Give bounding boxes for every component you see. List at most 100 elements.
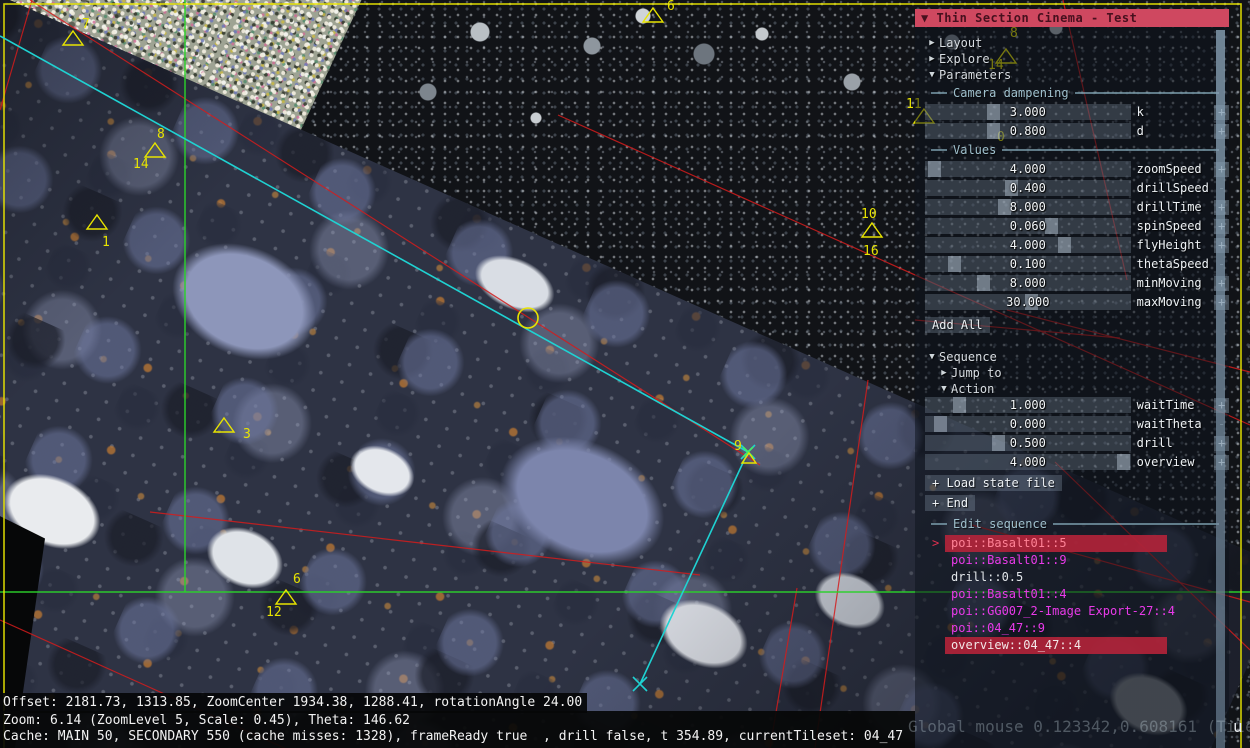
poi-triangle-icon <box>63 31 83 45</box>
poi-number-label: 8 <box>157 127 165 142</box>
separator-values: Values <box>931 142 1229 158</box>
chevron-down-icon: ▼ <box>925 70 939 80</box>
chevron-down-icon: ▼ <box>937 384 951 394</box>
load-state-file-button[interactable]: + Load state file <box>925 475 1062 491</box>
tree-item-label: Sequence <box>939 350 997 364</box>
slider-label: waitTheta <box>1137 417 1214 431</box>
slider-row-thetaSpeed: 0.100thetaSpeed- <box>925 256 1229 272</box>
panel-title-bar[interactable]: ▼ Thin Section Cinema - Test <box>915 9 1229 27</box>
sequence-item[interactable]: poi::Basalt01::4 <box>945 586 1167 603</box>
add-all-button[interactable]: Add All <box>925 317 990 333</box>
slider-value: 30.000 <box>925 295 1131 309</box>
poi-number-label: 10 <box>861 207 877 222</box>
slider-value: 0.400 <box>925 181 1131 195</box>
sequence-item-label: poi::Basalt01::4 <box>951 587 1067 601</box>
end-button[interactable]: + End <box>925 495 975 511</box>
slider-row-drillSpeed: 0.400drillSpeed- <box>925 180 1229 196</box>
sequence-item[interactable]: poi::Basalt01::9 <box>945 552 1167 569</box>
tree-item-jump-to[interactable]: ▶Jump to <box>915 365 1229 380</box>
sequence-item[interactable]: poi::04_47::9 <box>945 620 1167 637</box>
slider-value: 4.000 <box>925 455 1131 469</box>
sequence-item[interactable]: poi::GG007_2-Image Export-27::4 <box>945 603 1167 620</box>
slider-waitTime[interactable]: 1.000 <box>925 397 1131 413</box>
slider-row-zoomSpeed: 4.000zoomSpeed+ <box>925 161 1229 177</box>
slider-flyHeight[interactable]: 4.000 <box>925 237 1131 253</box>
slider-value: 4.000 <box>925 162 1131 176</box>
tree-item-layout[interactable]: ▶Layout <box>915 35 1229 50</box>
slider-row-d: 0.800d+ <box>925 123 1229 139</box>
tree-item-explore[interactable]: ▶Explore <box>915 51 1229 66</box>
panel-title: Thin Section Cinema - Test <box>936 11 1137 25</box>
slider-drillSpeed[interactable]: 0.400 <box>925 180 1131 196</box>
tileset-grid-line <box>815 380 868 748</box>
slider-label: k <box>1137 105 1214 119</box>
slider-row-drill: 0.500drill+ <box>925 435 1229 451</box>
slider-value: 8.000 <box>925 276 1131 290</box>
poi-number-label: 12 <box>266 605 282 620</box>
slider-drill[interactable]: 0.500 <box>925 435 1131 451</box>
separator-edit-sequence: Edit sequence <box>931 516 1229 532</box>
slider-value: 0.000 <box>925 417 1131 431</box>
tree-item-parameters[interactable]: ▼Parameters <box>915 67 1229 82</box>
slider-d[interactable]: 0.800 <box>925 123 1131 139</box>
slider-row-minMoving: 8.000minMoving+ <box>925 275 1229 291</box>
slider-row-drillTime: 8.000drillTime+ <box>925 199 1229 215</box>
slider-waitTheta[interactable]: 0.000 <box>925 416 1131 432</box>
status-zoom-line: Zoom: 6.14 (ZoomLevel 5, Scale: 0.45), T… <box>3 713 410 728</box>
slider-value: 0.100 <box>925 257 1131 271</box>
poi-number-label: 3 <box>243 427 251 442</box>
separator-camera-dampening: Camera dampening <box>931 85 1229 101</box>
slider-row-maxMoving: 30.000maxMoving+ <box>925 294 1229 310</box>
slider-label: drillSpeed <box>1137 181 1214 195</box>
global-mouse-readout: Global mouse 0.123342,0.608161 (Tileset:… <box>908 717 1250 736</box>
slider-row-spinSpeed: 0.060spinSpeed+ <box>925 218 1229 234</box>
poi-number-label: 6 <box>667 0 675 14</box>
slider-value: 1.000 <box>925 398 1131 412</box>
tree-item-label: Action <box>951 382 994 396</box>
path-x-marker <box>633 677 647 691</box>
app-window: 781413612910166118140 ▼ Thin Section Cin… <box>0 0 1250 748</box>
control-panel: ▼ Thin Section Cinema - Test ▶Layout▶Exp… <box>915 9 1229 748</box>
poi-number-label: 6 <box>293 572 301 587</box>
slider-drillTime[interactable]: 8.000 <box>925 199 1131 215</box>
sequence-item-label: poi::Basalt01::5 <box>951 536 1067 550</box>
slider-value: 3.000 <box>925 105 1131 119</box>
slider-value: 0.800 <box>925 124 1131 138</box>
tileset-grid-line <box>30 0 760 465</box>
slider-row-waitTheta: 0.000waitTheta- <box>925 416 1229 432</box>
chevron-down-icon: ▼ <box>925 352 939 362</box>
separator-label: Edit sequence <box>953 517 1047 531</box>
slider-label: spinSpeed <box>1137 219 1214 233</box>
slider-maxMoving[interactable]: 30.000 <box>925 294 1131 310</box>
slider-spinSpeed[interactable]: 0.060 <box>925 218 1131 234</box>
collapse-arrow-icon: ▼ <box>921 11 929 25</box>
slider-overview[interactable]: 4.000 <box>925 454 1131 470</box>
slider-minMoving[interactable]: 8.000 <box>925 275 1131 291</box>
poi-triangle-icon <box>145 143 165 157</box>
poi-triangle-icon <box>643 8 663 22</box>
poi-circle <box>518 308 538 328</box>
slider-label: waitTime <box>1137 398 1214 412</box>
chevron-right-icon: ▶ <box>925 54 939 64</box>
panel-scrollbar[interactable] <box>1216 30 1225 748</box>
sequence-path <box>0 36 748 684</box>
poi-triangle-icon <box>87 215 107 229</box>
chevron-right-icon: ▶ <box>937 368 951 378</box>
sequence-item-label: poi::04_47::9 <box>951 621 1045 635</box>
tree-item-sequence[interactable]: ▼Sequence <box>915 349 1229 364</box>
tree-item-action[interactable]: ▼Action <box>915 381 1229 396</box>
slider-row-flyHeight: 4.000flyHeight+ <box>925 237 1229 253</box>
poi-number-label: 9 <box>734 439 742 454</box>
slider-row-k: 3.000k+ <box>925 104 1229 120</box>
sequence-item-label: poi::Basalt01::9 <box>951 553 1067 567</box>
slider-label: thetaSpeed <box>1137 257 1214 271</box>
sequence-item[interactable]: drill::0.5 <box>945 569 1167 586</box>
slider-thetaSpeed[interactable]: 0.100 <box>925 256 1131 272</box>
slider-zoomSpeed[interactable]: 4.000 <box>925 161 1131 177</box>
slider-k[interactable]: 3.000 <box>925 104 1131 120</box>
sequence-item-label: drill::0.5 <box>951 570 1023 584</box>
chevron-right-icon: ▶ <box>925 38 939 48</box>
sequence-item[interactable]: >poi::Basalt01::5 <box>945 535 1167 552</box>
tree-item-label: Explore <box>939 52 990 66</box>
sequence-item[interactable]: overview::04_47::4 <box>945 637 1167 654</box>
